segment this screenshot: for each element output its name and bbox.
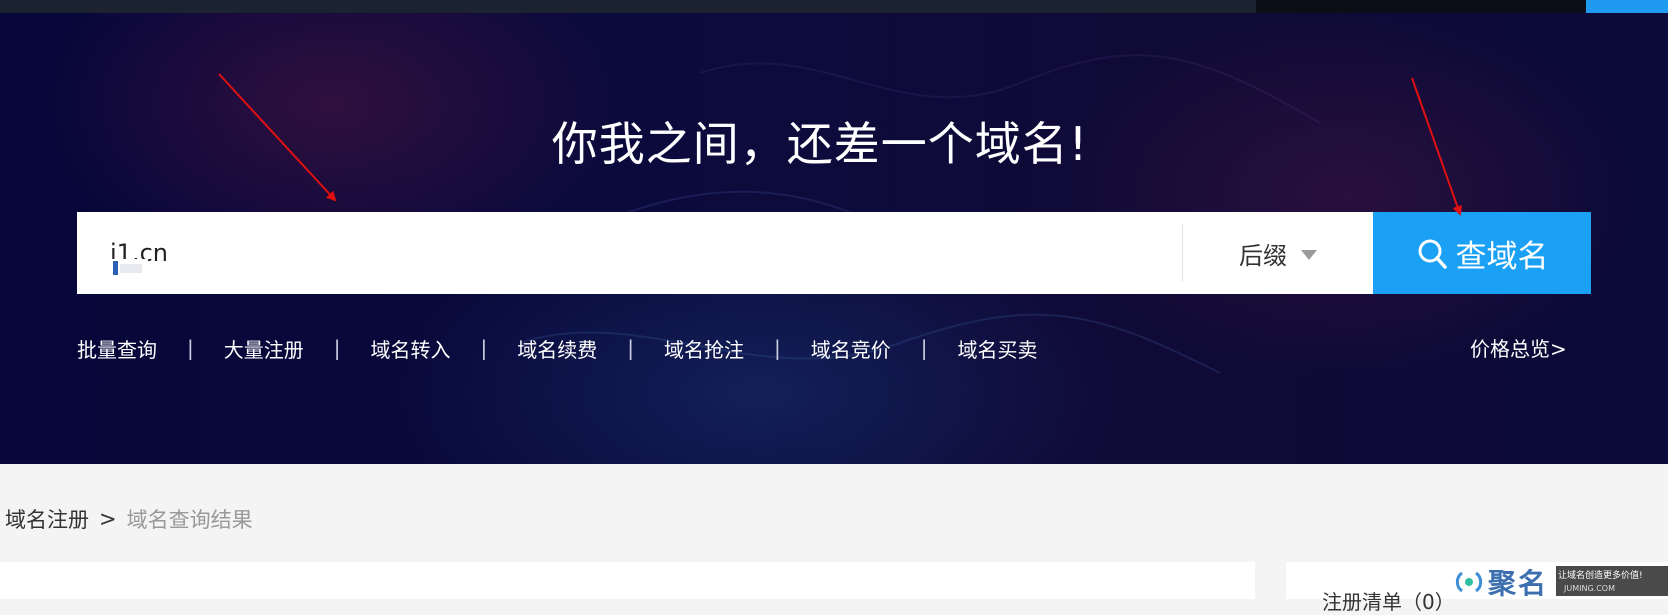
watermark-brand: 聚名	[1488, 567, 1549, 600]
watermark-domain: JUMING.COM	[1564, 584, 1615, 593]
watermark-slogan: 让域名创造更多价值!	[1558, 571, 1643, 581]
domain-search-bar: 后缀 查域名	[77, 212, 1591, 294]
search-button-label: 查域名	[1455, 238, 1549, 275]
nav-separator: |	[187, 336, 194, 360]
suffix-dropdown[interactable]: 后缀	[1183, 212, 1373, 294]
hero-title: 你我之间，还差一个域名!	[551, 117, 1089, 171]
suffix-label: 后缀	[1239, 241, 1287, 270]
nav-domain-renew[interactable]: 域名续费	[517, 334, 597, 363]
breadcrumb: 域名注册 > 域名查询结果	[5, 504, 253, 534]
nav-separator: |	[774, 336, 781, 360]
quick-links-nav: 批量查询 | 大量注册 | 域名转入 | 域名续费 | 域名抢注 | 域名竞价 …	[77, 333, 1038, 363]
results-panel	[0, 562, 1255, 599]
registration-list-title[interactable]: 注册清单（0）	[1322, 586, 1455, 615]
nav-separator: |	[920, 336, 928, 360]
top-bar-dark-segment	[1256, 0, 1586, 13]
nav-separator: |	[333, 336, 341, 360]
breadcrumb-root[interactable]: 域名注册	[5, 504, 89, 534]
nav-separator: |	[480, 336, 488, 360]
nav-separator: |	[627, 336, 634, 360]
top-bar	[0, 0, 1668, 13]
watermark-slogan-box: 让域名创造更多价值! JUMING.COM	[1556, 566, 1668, 596]
search-icon	[1418, 239, 1447, 269]
top-bar-accent-segment	[1586, 0, 1668, 13]
search-domain-button[interactable]: 查域名	[1373, 212, 1591, 294]
caret-down-icon	[1301, 249, 1317, 260]
nav-bulk-query[interactable]: 批量查询	[77, 334, 157, 363]
nav-domain-backorder[interactable]: 域名抢注	[664, 334, 744, 363]
nav-bulk-register[interactable]: 大量注册	[224, 334, 304, 363]
nav-domain-trade[interactable]: 域名买卖	[958, 334, 1038, 363]
breadcrumb-separator: >	[99, 507, 117, 531]
redacted-text-mark	[112, 259, 148, 277]
price-overview-link[interactable]: 价格总览>	[1470, 333, 1567, 362]
nav-domain-auction[interactable]: 域名竞价	[811, 334, 891, 363]
domain-search-input[interactable]	[77, 212, 1182, 294]
juming-watermark-logo: 聚名 让域名创造更多价值! JUMING.COM	[1448, 564, 1668, 600]
juming-logo-icon	[1455, 571, 1483, 593]
breadcrumb-current: 域名查询结果	[126, 508, 253, 532]
nav-domain-transfer[interactable]: 域名转入	[371, 334, 451, 363]
